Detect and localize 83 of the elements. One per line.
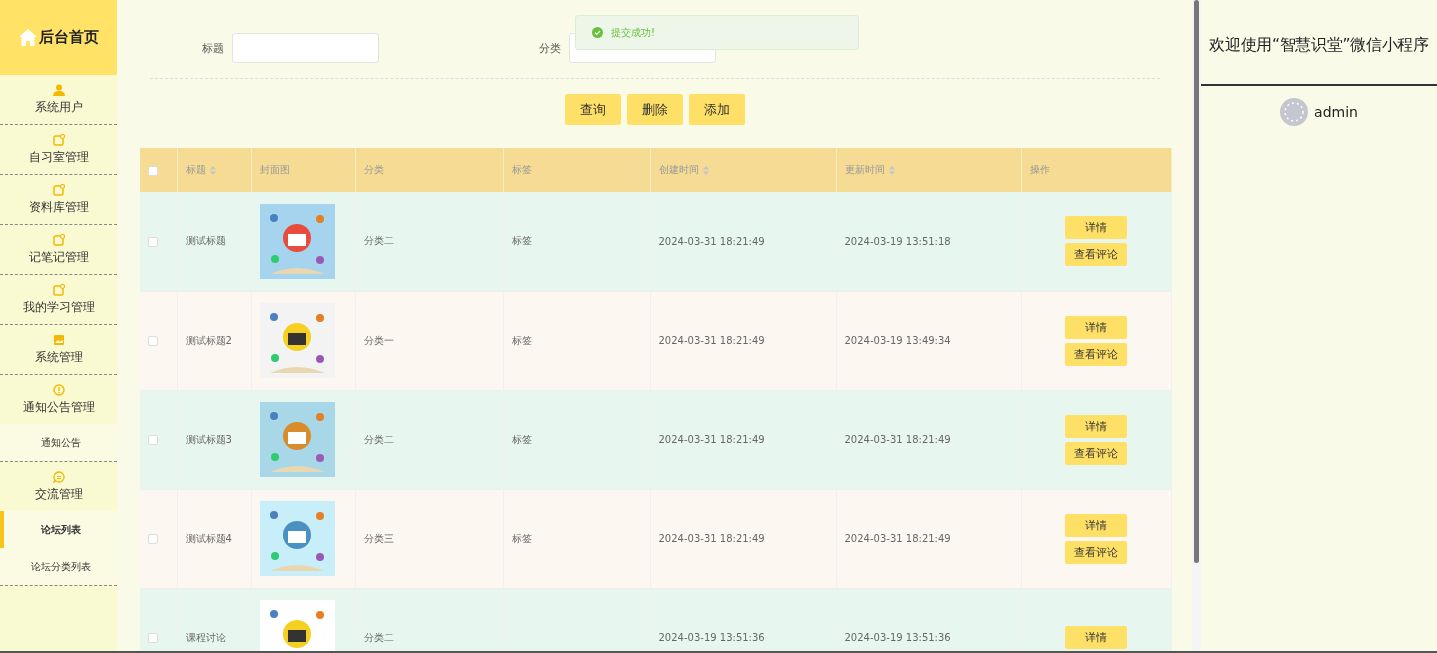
table-cell: 标签	[511, 334, 532, 346]
table-cell: 2024-03-19 13:51:18	[844, 235, 951, 247]
table-cell: 分类一	[363, 334, 394, 346]
table-cell: 分类三	[363, 532, 394, 544]
table-cell: 2024-03-31 18:21:49	[658, 434, 765, 445]
table-cell: 分类二	[363, 631, 394, 643]
checkbox[interactable]	[148, 633, 158, 643]
action-button[interactable]: 查询	[565, 94, 621, 125]
menu-item[interactable]: 交流管理	[0, 462, 117, 511]
table-cell: 测试标题4	[185, 532, 232, 544]
table-cell: 2024-03-31 18:21:49	[844, 434, 951, 445]
menu-item[interactable]: 记笔记管理	[0, 225, 117, 274]
table-cell: 分类二	[363, 433, 394, 445]
column-header: 分类	[363, 164, 384, 175]
input-field[interactable]	[232, 33, 379, 63]
table-cell: 标签	[511, 235, 532, 247]
row-action-button[interactable]: 详情	[1065, 216, 1127, 240]
brand-title: 后台首页	[38, 28, 99, 47]
table-cell: 测试标题3	[185, 433, 232, 445]
table-cell: 分类二	[363, 235, 394, 247]
chat-icon	[52, 470, 65, 483]
table-cell: 课程讨论	[185, 631, 226, 643]
edit-icon	[52, 283, 65, 296]
sidebar-header[interactable]: 后台首页	[0, 0, 117, 75]
column-header: 操作	[1029, 164, 1050, 175]
scrollbar-thumb[interactable]	[1194, 0, 1199, 563]
menu-item[interactable]: 自习室管理	[0, 125, 117, 174]
image-icon	[52, 333, 65, 346]
home-icon	[18, 29, 37, 46]
sort-icon[interactable]	[888, 165, 895, 175]
table-cell: 测试标题	[185, 235, 226, 247]
edit-icon	[52, 183, 65, 196]
submenu-item[interactable]: 通知公告	[0, 424, 117, 461]
column-header: 创建时间	[658, 164, 699, 175]
sort-icon[interactable]	[209, 165, 216, 175]
table-cell: 标签	[511, 433, 532, 445]
edit-icon	[52, 233, 65, 246]
action-button[interactable]: 删除	[627, 94, 683, 125]
column-header: 标题	[185, 164, 206, 175]
edit-icon	[52, 133, 65, 146]
welcome-title: 欢迎使用“智慧识堂”微信小程序	[1201, 0, 1437, 86]
checkbox[interactable]	[148, 336, 158, 346]
row-action-button[interactable]: 查看评论	[1065, 243, 1127, 267]
table-cell: 测试标题2	[185, 334, 232, 346]
checkbox[interactable]	[148, 236, 158, 247]
row-action-button[interactable]: 查看评论	[1065, 441, 1127, 465]
field-label: 标题	[202, 40, 224, 56]
table-cell: 2024-03-19 13:51:36	[658, 632, 765, 643]
menu-item[interactable]: 资料库管理	[0, 175, 117, 224]
row-action-button[interactable]: 详情	[1065, 626, 1127, 649]
checkbox[interactable]	[148, 165, 158, 176]
row-action-button[interactable]: 详情	[1065, 414, 1127, 438]
table-cell: 2024-03-19 13:49:34	[844, 335, 951, 346]
table-cell: 2024-03-31 18:21:49	[844, 533, 951, 544]
table-cell: 2024-03-19 13:51:36	[844, 632, 951, 643]
menu-item[interactable]: 系统用户	[0, 75, 117, 124]
table-cell: 2024-03-31 18:21:49	[658, 235, 765, 247]
row-action-button[interactable]: 详情	[1065, 513, 1127, 537]
column-header: 标签	[511, 164, 532, 175]
user-icon	[52, 83, 65, 96]
column-header: 封面图	[259, 164, 290, 175]
table-cell: 2024-03-31 18:21:49	[658, 533, 765, 544]
checkbox[interactable]	[148, 435, 158, 445]
column-header: 更新时间	[844, 164, 885, 175]
menu-item[interactable]: 我的学习管理	[0, 275, 117, 324]
row-action-button[interactable]: 详情	[1065, 315, 1127, 339]
row-action-button[interactable]: 查看评论	[1065, 342, 1127, 366]
username: admin	[1314, 104, 1358, 120]
toast-message: 提交成功!	[611, 25, 655, 40]
sort-icon[interactable]	[702, 165, 709, 175]
checkbox[interactable]	[148, 534, 158, 544]
check-circle-icon	[592, 27, 603, 38]
table-cell: 2024-03-31 18:21:49	[658, 335, 765, 346]
menu-item[interactable]: 系统管理	[0, 325, 117, 374]
row-action-button[interactable]: 查看评论	[1065, 540, 1127, 564]
field-label: 分类	[539, 40, 561, 56]
alert-icon	[52, 383, 65, 396]
action-button[interactable]: 添加	[689, 94, 745, 125]
submenu-item[interactable]: 论坛列表	[0, 511, 117, 548]
menu-item[interactable]: 通知公告管理	[0, 375, 117, 424]
submenu-item[interactable]: 论坛分类列表	[0, 548, 117, 585]
table-cell: 标签	[511, 532, 532, 544]
avatar-icon	[1280, 98, 1309, 126]
